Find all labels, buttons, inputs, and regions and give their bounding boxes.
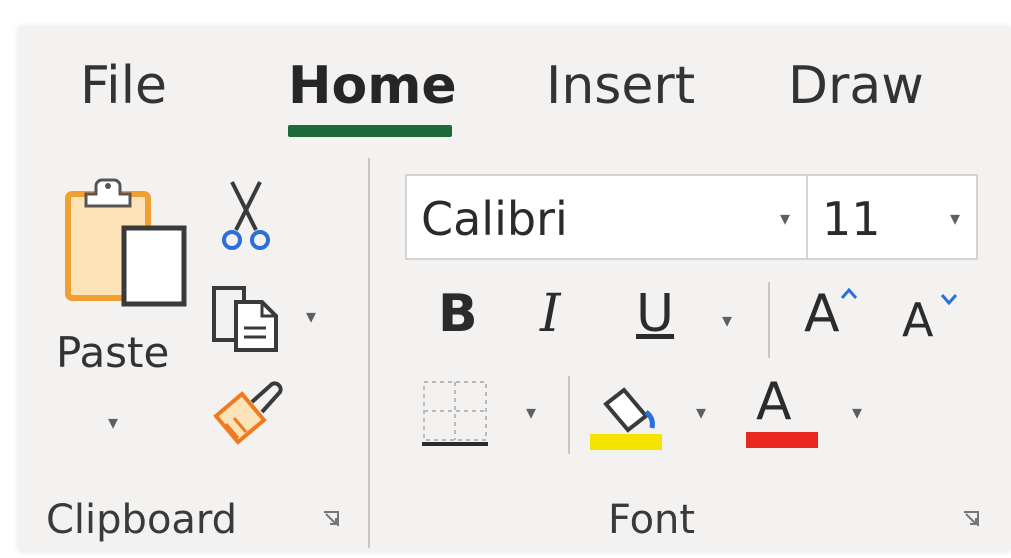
tab-home[interactable]: Home: [288, 54, 457, 118]
format-painter-icon[interactable]: [212, 376, 288, 446]
cut-scissors-icon[interactable]: [218, 178, 274, 252]
underline-dropdown-caret[interactable]: ▾: [722, 310, 732, 330]
borders-dropdown-caret[interactable]: ▾: [526, 402, 536, 422]
caret-up-icon: [840, 286, 858, 300]
clipboard-dialog-launcher-icon[interactable]: [322, 510, 340, 528]
tab-insert[interactable]: Insert: [546, 54, 695, 118]
font-name-dropdown-caret[interactable]: ▾: [780, 208, 790, 228]
font-toolbar-separator: [768, 282, 770, 358]
copy-dropdown-caret[interactable]: ▾: [306, 306, 316, 326]
font-size-value: 11: [822, 192, 881, 246]
decrease-font-size-button[interactable]: A: [902, 290, 958, 350]
increase-font-size-button[interactable]: A: [804, 284, 858, 344]
caret-down-icon: [940, 292, 958, 306]
group-separator: [368, 158, 370, 548]
paste-dropdown-caret[interactable]: ▾: [108, 412, 118, 432]
fill-color-bucket-icon[interactable]: [590, 382, 664, 452]
font-size-dropdown-caret[interactable]: ▾: [950, 208, 960, 228]
paste-button-label[interactable]: Paste: [56, 328, 169, 378]
font-name-combobox[interactable]: Calibri ▾: [405, 174, 808, 260]
copy-icon[interactable]: [208, 282, 288, 354]
font-toolbar-separator-2: [568, 376, 570, 454]
bold-button[interactable]: B: [438, 284, 478, 344]
paste-clipboard-icon[interactable]: [62, 172, 192, 312]
font-color-bar: [746, 432, 818, 448]
tab-draw[interactable]: Draw: [788, 54, 924, 118]
active-tab-indicator: [288, 125, 452, 137]
underline-button[interactable]: U: [636, 284, 674, 344]
fill-color-dropdown-caret[interactable]: ▾: [696, 402, 706, 422]
tab-file[interactable]: File: [80, 54, 167, 118]
font-color-button[interactable]: A: [756, 372, 792, 432]
font-size-combobox[interactable]: 11 ▾: [806, 174, 978, 260]
grow-font-label: A: [804, 284, 840, 344]
font-dialog-launcher-icon[interactable]: [962, 510, 980, 528]
font-color-dropdown-caret[interactable]: ▾: [852, 402, 862, 422]
shrink-font-label: A: [902, 293, 934, 347]
borders-icon[interactable]: [420, 378, 490, 450]
font-group-label: Font: [608, 497, 696, 543]
clipboard-group-label: Clipboard: [46, 497, 238, 543]
font-name-value: Calibri: [421, 192, 568, 246]
italic-button[interactable]: I: [540, 284, 561, 344]
